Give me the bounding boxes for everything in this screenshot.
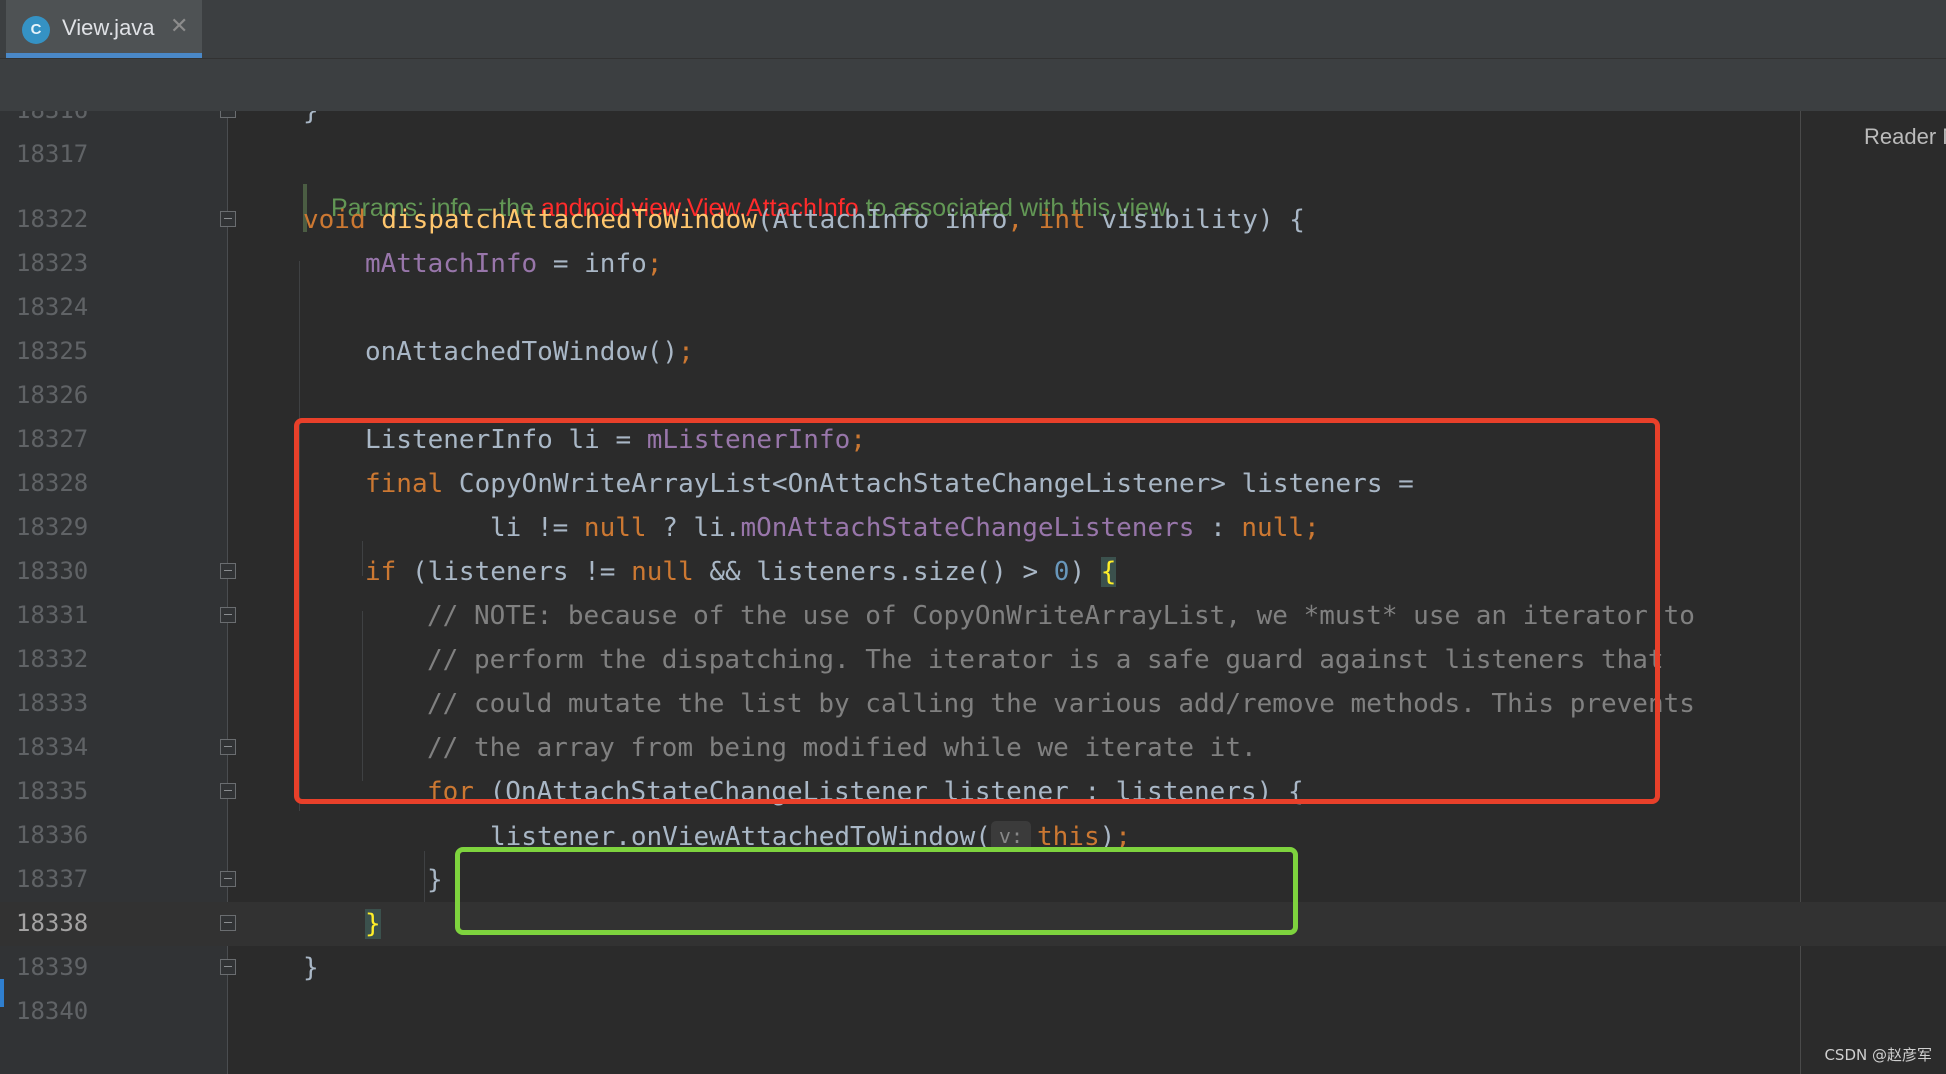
code-text: mAttachInfo = info; xyxy=(365,249,662,279)
code-line: 18317 xyxy=(0,133,1946,177)
code-text: } xyxy=(303,111,319,126)
red-highlight-box xyxy=(294,418,1660,804)
code-text: } xyxy=(365,909,381,939)
line-number: 18328 xyxy=(16,469,89,497)
breadcrumb-bar xyxy=(0,59,1946,113)
code-line: 18339 } xyxy=(0,946,1946,990)
method-name: dispatchAttachedToWindow xyxy=(381,205,757,235)
code-line: 18322 void dispatchAttachedToWindow(Atta… xyxy=(0,198,1946,242)
fold-end-icon[interactable] xyxy=(220,871,236,887)
code-token: onAttachedToWindow() xyxy=(365,337,679,367)
code-text: } xyxy=(303,953,319,983)
tab-title: View.java xyxy=(62,15,155,40)
code-line: 18316 } xyxy=(0,111,1946,133)
line-number: 18338 xyxy=(16,909,89,937)
line-number: 18332 xyxy=(16,645,89,673)
line-number: 18322 xyxy=(16,205,89,233)
fold-end-icon[interactable] xyxy=(220,915,236,931)
field-name: mAttachInfo xyxy=(365,249,538,279)
code-token: ; xyxy=(678,337,694,367)
line-number: 18333 xyxy=(16,689,89,717)
fold-end-icon[interactable] xyxy=(220,111,236,118)
green-highlight-box xyxy=(455,847,1298,935)
code-line: 18325 onAttachedToWindow(); xyxy=(0,330,1946,374)
line-number: 18327 xyxy=(16,425,89,453)
java-class-icon: C xyxy=(22,16,50,44)
keyword: int xyxy=(1038,205,1086,235)
line-number: 18336 xyxy=(16,821,89,849)
keyword: void xyxy=(303,205,366,235)
code-line: 18326 xyxy=(0,374,1946,418)
line-number: 18337 xyxy=(16,865,89,893)
line-number: 18331 xyxy=(16,601,89,629)
fold-start-icon[interactable] xyxy=(220,783,236,799)
code-token: , xyxy=(1007,205,1024,235)
line-number: 18324 xyxy=(16,293,89,321)
line-number: 18329 xyxy=(16,513,89,541)
line-number: 18326 xyxy=(16,381,89,409)
code-text: } xyxy=(427,865,443,895)
fold-start-icon[interactable] xyxy=(220,607,236,623)
watermark: CSDN @赵彦军 xyxy=(1824,1046,1932,1064)
fold-start-icon[interactable] xyxy=(220,563,236,579)
matched-brace: } xyxy=(365,909,381,939)
code-line: 18324 xyxy=(0,286,1946,330)
line-number: 18330 xyxy=(16,557,89,585)
code-line: 18340 xyxy=(0,990,1946,1034)
code-token: = info xyxy=(537,249,647,279)
editor-tab-bar: C View.java ✕ xyxy=(0,0,1946,59)
fold-end-icon[interactable] xyxy=(220,739,236,755)
fold-end-icon[interactable] xyxy=(220,959,236,975)
code-token: ; xyxy=(646,249,663,279)
code-text: void dispatchAttachedToWindow(AttachInfo… xyxy=(303,205,1305,235)
code-editor[interactable]: Reader Mode 18316 } 18317 Params: info –… xyxy=(0,111,1946,1074)
line-number: 18323 xyxy=(16,249,89,277)
line-number: 18325 xyxy=(16,337,89,365)
line-number: 18335 xyxy=(16,777,89,805)
line-number: 18316 xyxy=(16,111,88,124)
fold-start-icon[interactable] xyxy=(220,211,236,227)
close-icon[interactable]: ✕ xyxy=(170,13,188,39)
code-token: visibility) { xyxy=(1085,205,1305,235)
tab-view-java[interactable]: C View.java ✕ xyxy=(6,0,202,58)
code-text: onAttachedToWindow(); xyxy=(365,337,694,367)
line-number: 18340 xyxy=(16,997,89,1025)
line-number: 18317 xyxy=(16,140,89,168)
line-number: 18334 xyxy=(16,733,89,761)
code-token: (AttachInfo info xyxy=(756,205,1008,235)
line-number: 18339 xyxy=(16,953,89,981)
code-line: 18323 mAttachInfo = info; xyxy=(0,242,1946,286)
